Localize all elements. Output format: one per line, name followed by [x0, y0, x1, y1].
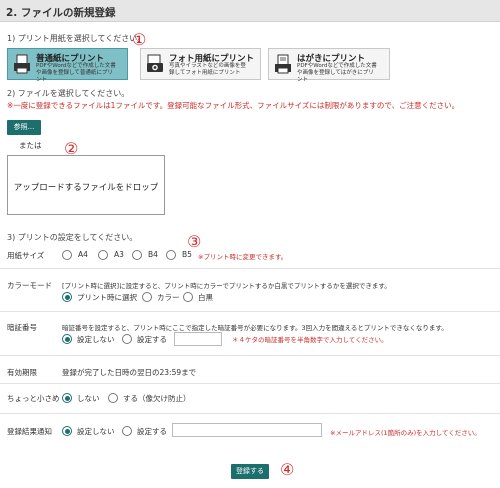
notify-note: ※メールアドレス(1箇所のみ)を入力してください。 [330, 429, 481, 437]
step1-label: 1) プリント用紙を選択してください。 [7, 34, 146, 43]
shrink-label: ちょっと小さめ [7, 394, 60, 403]
paper-type-desc: PDFやWordなどで作成した文書や画像を登録して普通紙にプリント [36, 63, 116, 83]
paper-size-b4-radio[interactable] [132, 250, 142, 260]
notify-off-radio[interactable] [62, 426, 72, 436]
color-mode-at-print-radio[interactable] [62, 292, 72, 302]
document-printer-icon [13, 54, 31, 74]
color-mode-color-radio[interactable] [142, 292, 152, 302]
paper-type-photo[interactable]: フォト用紙にプリント 写真やイラストなどの画像を登録してフォト用紙にプリント [140, 48, 261, 80]
color-mode-mono-radio[interactable] [183, 292, 193, 302]
annotation-4: ④ [280, 460, 295, 479]
color-mode-desc: [プリント時に選択]に設定すると、プリント時にカラーでプリントするか白黒でプリン… [62, 282, 391, 290]
paper-size-note: ※プリント時に変更できます。 [198, 253, 288, 261]
color-mode-label: カラーモード [7, 281, 52, 290]
divider [0, 413, 500, 414]
notify-off-label: 設定しない [77, 427, 115, 436]
notify-label: 登録結果通知 [7, 427, 52, 436]
step3-label: 3) プリントの設定をしてください。 [7, 233, 138, 242]
notify-on-label: 設定する [137, 427, 167, 436]
paper-size-b5-label: B5 [182, 250, 192, 259]
expiry-value: 登録が完了した日時の翌日の23:59まで [62, 368, 197, 377]
drop-zone-label: アップロードするファイルをドロップ [13, 183, 159, 193]
divider [0, 311, 500, 312]
expiry-label: 有効期限 [7, 368, 37, 377]
or-label: または [19, 141, 42, 150]
paper-size-a3-radio[interactable] [98, 250, 108, 260]
divider [0, 383, 500, 384]
paper-type-postcard[interactable]: はがきにプリント PDFやWordなどで作成した文書や画像を登録してはがきにプリ… [268, 48, 390, 83]
notify-on-radio[interactable] [122, 426, 132, 436]
paper-size-b5-radio[interactable] [166, 250, 176, 260]
pin-note: ＊４ケタの暗証番号を半角数字で入力してください。 [232, 336, 388, 344]
shrink-off-label: しない [77, 394, 100, 403]
section-title: 2. ファイルの新規登録 [6, 7, 116, 19]
divider [0, 355, 500, 356]
postcard-icon [274, 54, 292, 74]
pin-input[interactable] [174, 332, 222, 346]
annotation-1: ① [132, 30, 147, 49]
upload-limit-note: ※一度に登録できるファイルは1ファイルです。登録可能なファイル形式、ファイルサイ… [7, 101, 460, 110]
paper-size-b4-label: B4 [148, 250, 158, 259]
pin-on-radio[interactable] [122, 334, 132, 344]
register-button[interactable]: 登録する [231, 464, 269, 479]
browse-button[interactable]: 参照... [7, 120, 41, 135]
paper-type-plain[interactable]: 普通紙にプリント PDFやWordなどで作成した文書や画像を登録して普通紙にプリ… [7, 48, 128, 83]
step2-label: 2) ファイルを選択してください。 [7, 89, 130, 98]
pin-on-label: 設定する [137, 335, 167, 344]
paper-type-desc: 写真やイラストなどの画像を登録してフォト用紙にプリント [169, 63, 246, 76]
paper-size-a4-radio[interactable] [62, 250, 72, 260]
pin-off-label: 設定しない [77, 335, 115, 344]
shrink-on-radio[interactable] [108, 393, 118, 403]
notify-email-input[interactable] [172, 423, 322, 437]
camera-icon [146, 54, 164, 74]
file-drop-zone[interactable]: アップロードするファイルをドロップ [7, 155, 165, 215]
pin-desc: 暗証番号を設定すると、プリント時にここで指定した暗証番号が必要になります。3回入… [62, 324, 448, 332]
pin-label: 暗証番号 [7, 323, 37, 332]
paper-size-a4-label: A4 [78, 250, 88, 259]
section-header: 2. ファイルの新規登録 [0, 0, 500, 22]
color-mode-color-label: カラー [157, 293, 180, 302]
paper-type-desc: PDFやWordなどで作成した文書や画像を登録してはがきにプリント [297, 63, 377, 83]
divider [0, 268, 500, 269]
pin-off-radio[interactable] [62, 334, 72, 344]
color-mode-mono-label: 白黒 [198, 293, 213, 302]
annotation-3: ③ [187, 232, 202, 251]
paper-size-label: 用紙サイズ [7, 251, 45, 260]
shrink-on-label: する（像欠け防止） [123, 394, 191, 403]
paper-size-a3-label: A3 [114, 250, 124, 259]
color-mode-at-print-label: プリント時に選択 [77, 293, 137, 302]
shrink-off-radio[interactable] [62, 393, 72, 403]
